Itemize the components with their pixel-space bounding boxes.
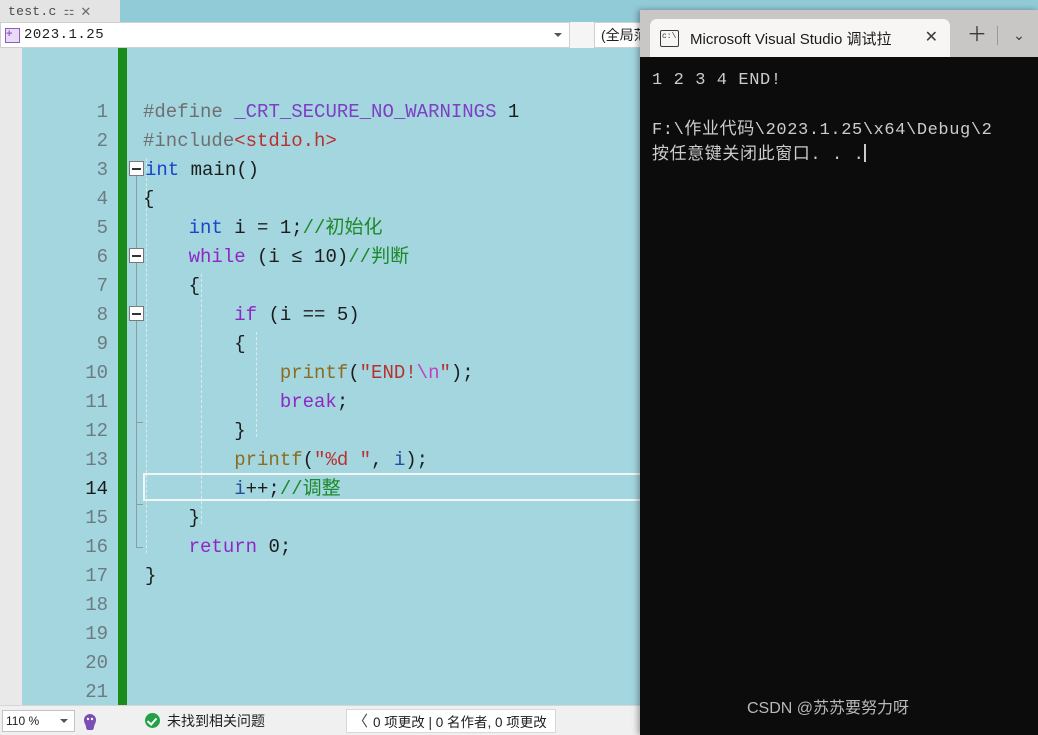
line-number: 5 bbox=[96, 217, 108, 239]
line-number: 18 bbox=[85, 594, 108, 616]
line-number: 4 bbox=[96, 188, 108, 210]
terminal-window[interactable]: Microsoft Visual Studio 调试拉 ✕ ＋ ⌄ 1 2 3 … bbox=[640, 10, 1038, 735]
type-dropdown-value: 2023.1.25 bbox=[24, 27, 105, 43]
line-code: int i = 1;//初始化 bbox=[188, 217, 383, 239]
line-code: #define _CRT_SECURE_NO_WARNINGS 1 bbox=[143, 101, 520, 123]
chevron-down-icon[interactable]: ⌄ bbox=[1004, 22, 1034, 48]
line-code: while (i ≤ 10)//判断 bbox=[188, 246, 410, 268]
line-number: 21 bbox=[85, 681, 108, 703]
line-code: { bbox=[143, 188, 155, 210]
document-tab-test-c[interactable]: test.c ⚏ ✕ bbox=[0, 0, 120, 22]
line-number: 16 bbox=[85, 536, 108, 558]
line-code: break; bbox=[279, 391, 349, 413]
line-number: 3 bbox=[96, 159, 108, 181]
line-code: } bbox=[145, 565, 157, 587]
line-number: 11 bbox=[85, 391, 108, 413]
terminal-exit-path-line: F:\作业代码\2023.1.25\x64\Debug\2 bbox=[652, 121, 993, 140]
ok-check-icon bbox=[145, 713, 160, 728]
line-number: 9 bbox=[96, 333, 108, 355]
source-control-text: 0 项更改 | 0 名作者, 0 项更改 bbox=[373, 714, 547, 730]
close-icon[interactable]: ✕ bbox=[80, 5, 91, 18]
terminal-prompt-line: 按任意键关闭此窗口. . . bbox=[652, 143, 1038, 168]
line-number: 20 bbox=[85, 652, 108, 674]
zoom-level-dropdown[interactable]: 110 % bbox=[2, 709, 75, 732]
terminal-output-area[interactable]: 1 2 3 4 END! F:\作业代码\2023.1.25\x64\Debug… bbox=[640, 57, 1038, 735]
line-code: { bbox=[188, 275, 201, 297]
line-code: printf("%d ", i); bbox=[234, 449, 429, 471]
zoom-level-value: 110 % bbox=[6, 713, 40, 728]
line-code: } bbox=[234, 420, 246, 442]
line-number: 15 bbox=[85, 507, 108, 529]
terminal-titlebar[interactable]: Microsoft Visual Studio 调试拉 ✕ ＋ ⌄ bbox=[640, 10, 1038, 57]
line-code: #include<stdio.h> bbox=[143, 130, 337, 152]
issue-status[interactable]: 未找到相关问题 bbox=[145, 711, 265, 731]
toolbar-divider bbox=[997, 26, 998, 45]
chevron-left-icon: 〈 bbox=[353, 713, 369, 730]
line-number: 1 bbox=[96, 101, 108, 123]
line-number: 6 bbox=[96, 246, 108, 268]
line-code: if (i == 5) bbox=[234, 304, 360, 326]
source-control-status[interactable]: 〈 0 项更改 | 0 名作者, 0 项更改 bbox=[346, 708, 556, 733]
line-number: 2 bbox=[96, 130, 108, 152]
pin-icon[interactable]: ⚏ bbox=[64, 5, 75, 17]
terminal-tab-title: Microsoft Visual Studio 调试拉 bbox=[690, 30, 892, 48]
line-code: return 0; bbox=[188, 536, 292, 558]
project-node-icon: + bbox=[4, 27, 20, 43]
text-cursor bbox=[864, 144, 867, 162]
line-number: 8 bbox=[96, 304, 108, 326]
csdn-watermark: CSDN @苏苏要努力呀 bbox=[746, 700, 910, 717]
issue-status-text: 未找到相关问题 bbox=[167, 712, 265, 729]
line-code: int main() bbox=[145, 159, 260, 181]
line-number: 12 bbox=[85, 420, 108, 442]
line-code: printf("END!\n"); bbox=[279, 362, 474, 384]
type-dropdown[interactable]: + 2023.1.25 bbox=[0, 22, 570, 48]
terminal-output-line: 1 2 3 4 END! bbox=[652, 71, 782, 90]
chevron-down-icon[interactable] bbox=[60, 718, 68, 723]
document-tab-label: test.c bbox=[8, 3, 57, 19]
line-number: 13 bbox=[85, 449, 108, 471]
command-prompt-icon bbox=[660, 29, 679, 47]
terminal-tab[interactable]: Microsoft Visual Studio 调试拉 ✕ bbox=[650, 19, 950, 57]
line-code: { bbox=[234, 333, 246, 355]
line-number: 17 bbox=[85, 565, 108, 587]
line-number: 7 bbox=[96, 275, 108, 297]
line-code: } bbox=[188, 507, 201, 529]
line-number: 10 bbox=[85, 362, 108, 384]
line-number-current: 14 bbox=[85, 478, 108, 500]
plus-icon[interactable]: ＋ bbox=[962, 22, 992, 48]
close-icon[interactable]: ✕ bbox=[925, 30, 938, 46]
line-number: 19 bbox=[85, 623, 108, 645]
feedback-smiley-icon[interactable] bbox=[77, 710, 103, 732]
terminal-prompt-text: 按任意键关闭此窗口. . . bbox=[652, 146, 865, 165]
chevron-down-icon[interactable] bbox=[554, 33, 562, 37]
line-code: i++;//调整 bbox=[234, 478, 341, 500]
